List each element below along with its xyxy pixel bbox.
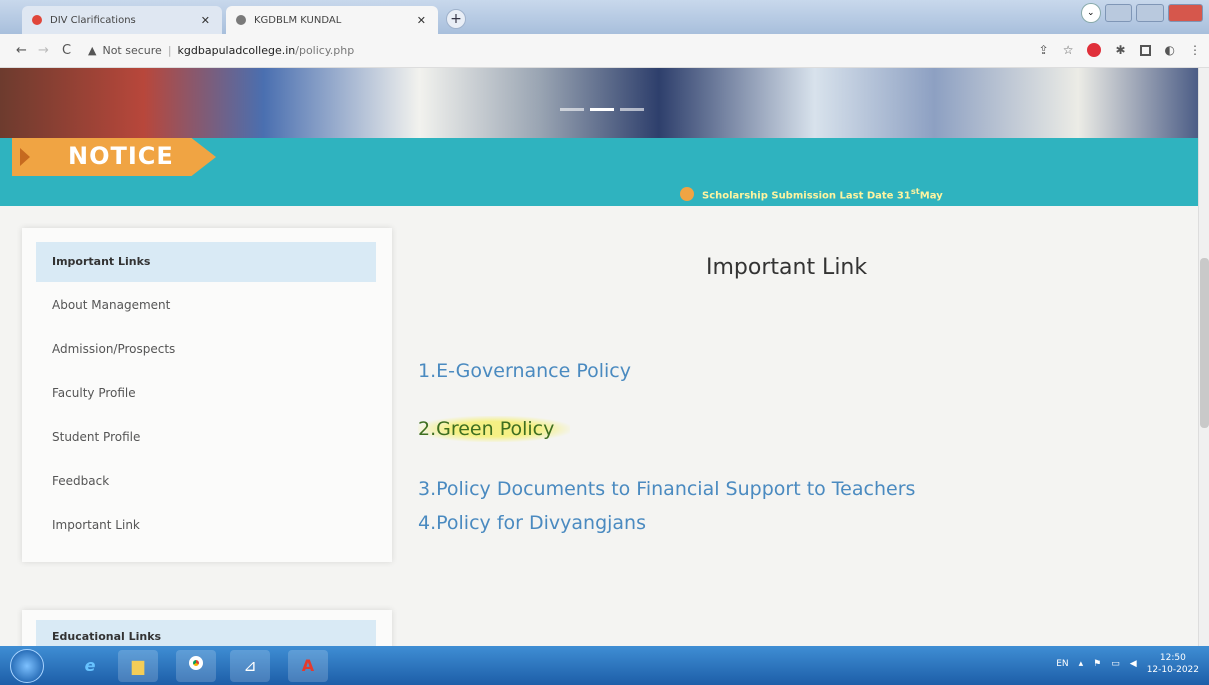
slider-dot[interactable] (560, 108, 584, 111)
security-label: Not secure (102, 44, 162, 57)
taskbar: e ▆ ⊿ A EN ▴ ⚑ ▭ ◀ 12:50 12-10-2022 (0, 646, 1209, 685)
url-field[interactable]: ▲ Not secure | kgdbapuladcollege.in/poli… (88, 44, 354, 57)
hero-banner-image (0, 68, 1198, 138)
page-title: Important Link (706, 255, 868, 280)
slider-dot[interactable] (590, 108, 614, 111)
url-path: /policy.php (295, 44, 355, 57)
close-window-button[interactable] (1167, 4, 1203, 22)
forward-icon[interactable]: → (38, 43, 49, 58)
flag-icon[interactable]: ⚑ (1093, 659, 1101, 669)
notice-ticker[interactable]: Scholarship Submission Last Date 31stMay (680, 186, 943, 201)
start-button[interactable] (10, 649, 44, 683)
language-indicator[interactable]: EN (1056, 659, 1068, 669)
notice-tag: NOTICE (12, 138, 216, 176)
close-icon[interactable]: ✕ (201, 14, 210, 27)
page-scrollbar[interactable] (1198, 68, 1209, 646)
bookmark-star-icon[interactable]: ☆ (1063, 43, 1074, 57)
pdf-reader-icon[interactable]: A (288, 650, 328, 682)
window-controls: ⌄ (1081, 2, 1203, 24)
file-explorer-icon[interactable]: ▆ (118, 650, 158, 682)
sidebar-item-admission-prospects[interactable]: Admission/Prospects (52, 342, 175, 356)
documents-icon[interactable]: ⊿ (230, 650, 270, 682)
bullet-icon (680, 186, 694, 201)
tab-search-icon[interactable]: ⌄ (1081, 3, 1101, 23)
browser-tab-strip: DIV Clarifications ✕ KGDBLM KUNDAL ✕ + ⌄ (0, 0, 1209, 34)
link-green-policy[interactable]: 2.Green Policy (418, 416, 571, 442)
minimize-button[interactable] (1104, 4, 1133, 22)
maximize-button[interactable] (1136, 4, 1164, 22)
back-icon[interactable]: ← (16, 43, 27, 58)
sidebar-item-about-management[interactable]: About Management (52, 298, 170, 312)
favicon-icon (236, 15, 246, 25)
share-icon[interactable]: ⇪ (1039, 43, 1049, 57)
sidebar-item-faculty-profile[interactable]: Faculty Profile (52, 386, 136, 400)
notice-arrow-icon (20, 148, 30, 166)
clock[interactable]: 12:50 12-10-2022 (1147, 652, 1199, 676)
notice-title: NOTICE (68, 142, 174, 170)
warning-icon: ▲ (88, 44, 97, 57)
close-icon[interactable]: ✕ (417, 14, 426, 27)
notice-bar: NOTICE Scholarship Submission Last Date … (0, 138, 1198, 206)
sidebar-item-feedback[interactable]: Feedback (52, 474, 109, 488)
new-tab-button[interactable]: + (446, 9, 466, 29)
toolbar-icons: ⇪ ☆ ✱ ◐ ⋮ (1039, 43, 1201, 57)
sidebar-educational-links: Educational Links (22, 610, 392, 650)
chrome-icon[interactable] (176, 650, 216, 682)
volume-icon[interactable]: ◀ (1130, 659, 1137, 669)
network-icon[interactable]: ▭ (1111, 659, 1120, 669)
menu-icon[interactable]: ⋮ (1189, 43, 1201, 57)
favicon-icon (32, 15, 42, 25)
clock-time: 12:50 (1159, 653, 1186, 663)
tab-label: DIV Clarifications (50, 14, 136, 26)
tab-label: KGDBLM KUNDAL (254, 14, 342, 26)
clock-date: 12-10-2022 (1146, 665, 1199, 675)
profile-icon[interactable]: ◐ (1165, 43, 1175, 57)
link-divyangjans-policy[interactable]: 4.Policy for Divyangjans (418, 512, 646, 534)
link-financial-support-policy[interactable]: 3.Policy Documents to Financial Support … (418, 478, 915, 500)
link-e-governance-policy[interactable]: 1.E-Governance Policy (418, 360, 631, 382)
sidebar-heading: Important Links (36, 242, 376, 282)
system-tray: EN ▴ ⚑ ▭ ◀ 12:50 12-10-2022 (1056, 652, 1199, 676)
ticker-text: Scholarship Submission Last Date 31stMay (702, 186, 943, 202)
sidebar-item-important-link[interactable]: Important Link (52, 518, 140, 532)
scrollbar-thumb[interactable] (1200, 258, 1209, 428)
side-panel-icon[interactable] (1139, 44, 1151, 56)
extension-icon[interactable] (1087, 43, 1102, 57)
internet-explorer-icon[interactable]: e (70, 650, 110, 682)
screen: DIV Clarifications ✕ KGDBLM KUNDAL ✕ + ⌄… (0, 0, 1209, 685)
sidebar-item-student-profile[interactable]: Student Profile (52, 430, 140, 444)
url-separator: | (167, 44, 172, 57)
url-host: kgdbapuladcollege.in (177, 44, 296, 57)
slider-dot[interactable] (620, 108, 644, 111)
address-bar: ← → C ▲ Not secure | kgdbapuladcollege.i… (0, 34, 1209, 68)
show-hidden-icons-icon[interactable]: ▴ (1079, 659, 1084, 669)
reload-icon[interactable]: C (62, 43, 71, 58)
tab-div-clarifications[interactable]: DIV Clarifications ✕ (22, 6, 222, 34)
slider-indicators (560, 108, 644, 111)
puzzle-icon[interactable]: ✱ (1115, 43, 1125, 57)
sidebar-important-links: Important Links About Management Admissi… (22, 228, 392, 562)
tab-kgdblm-kundal[interactable]: KGDBLM KUNDAL ✕ (226, 6, 438, 34)
